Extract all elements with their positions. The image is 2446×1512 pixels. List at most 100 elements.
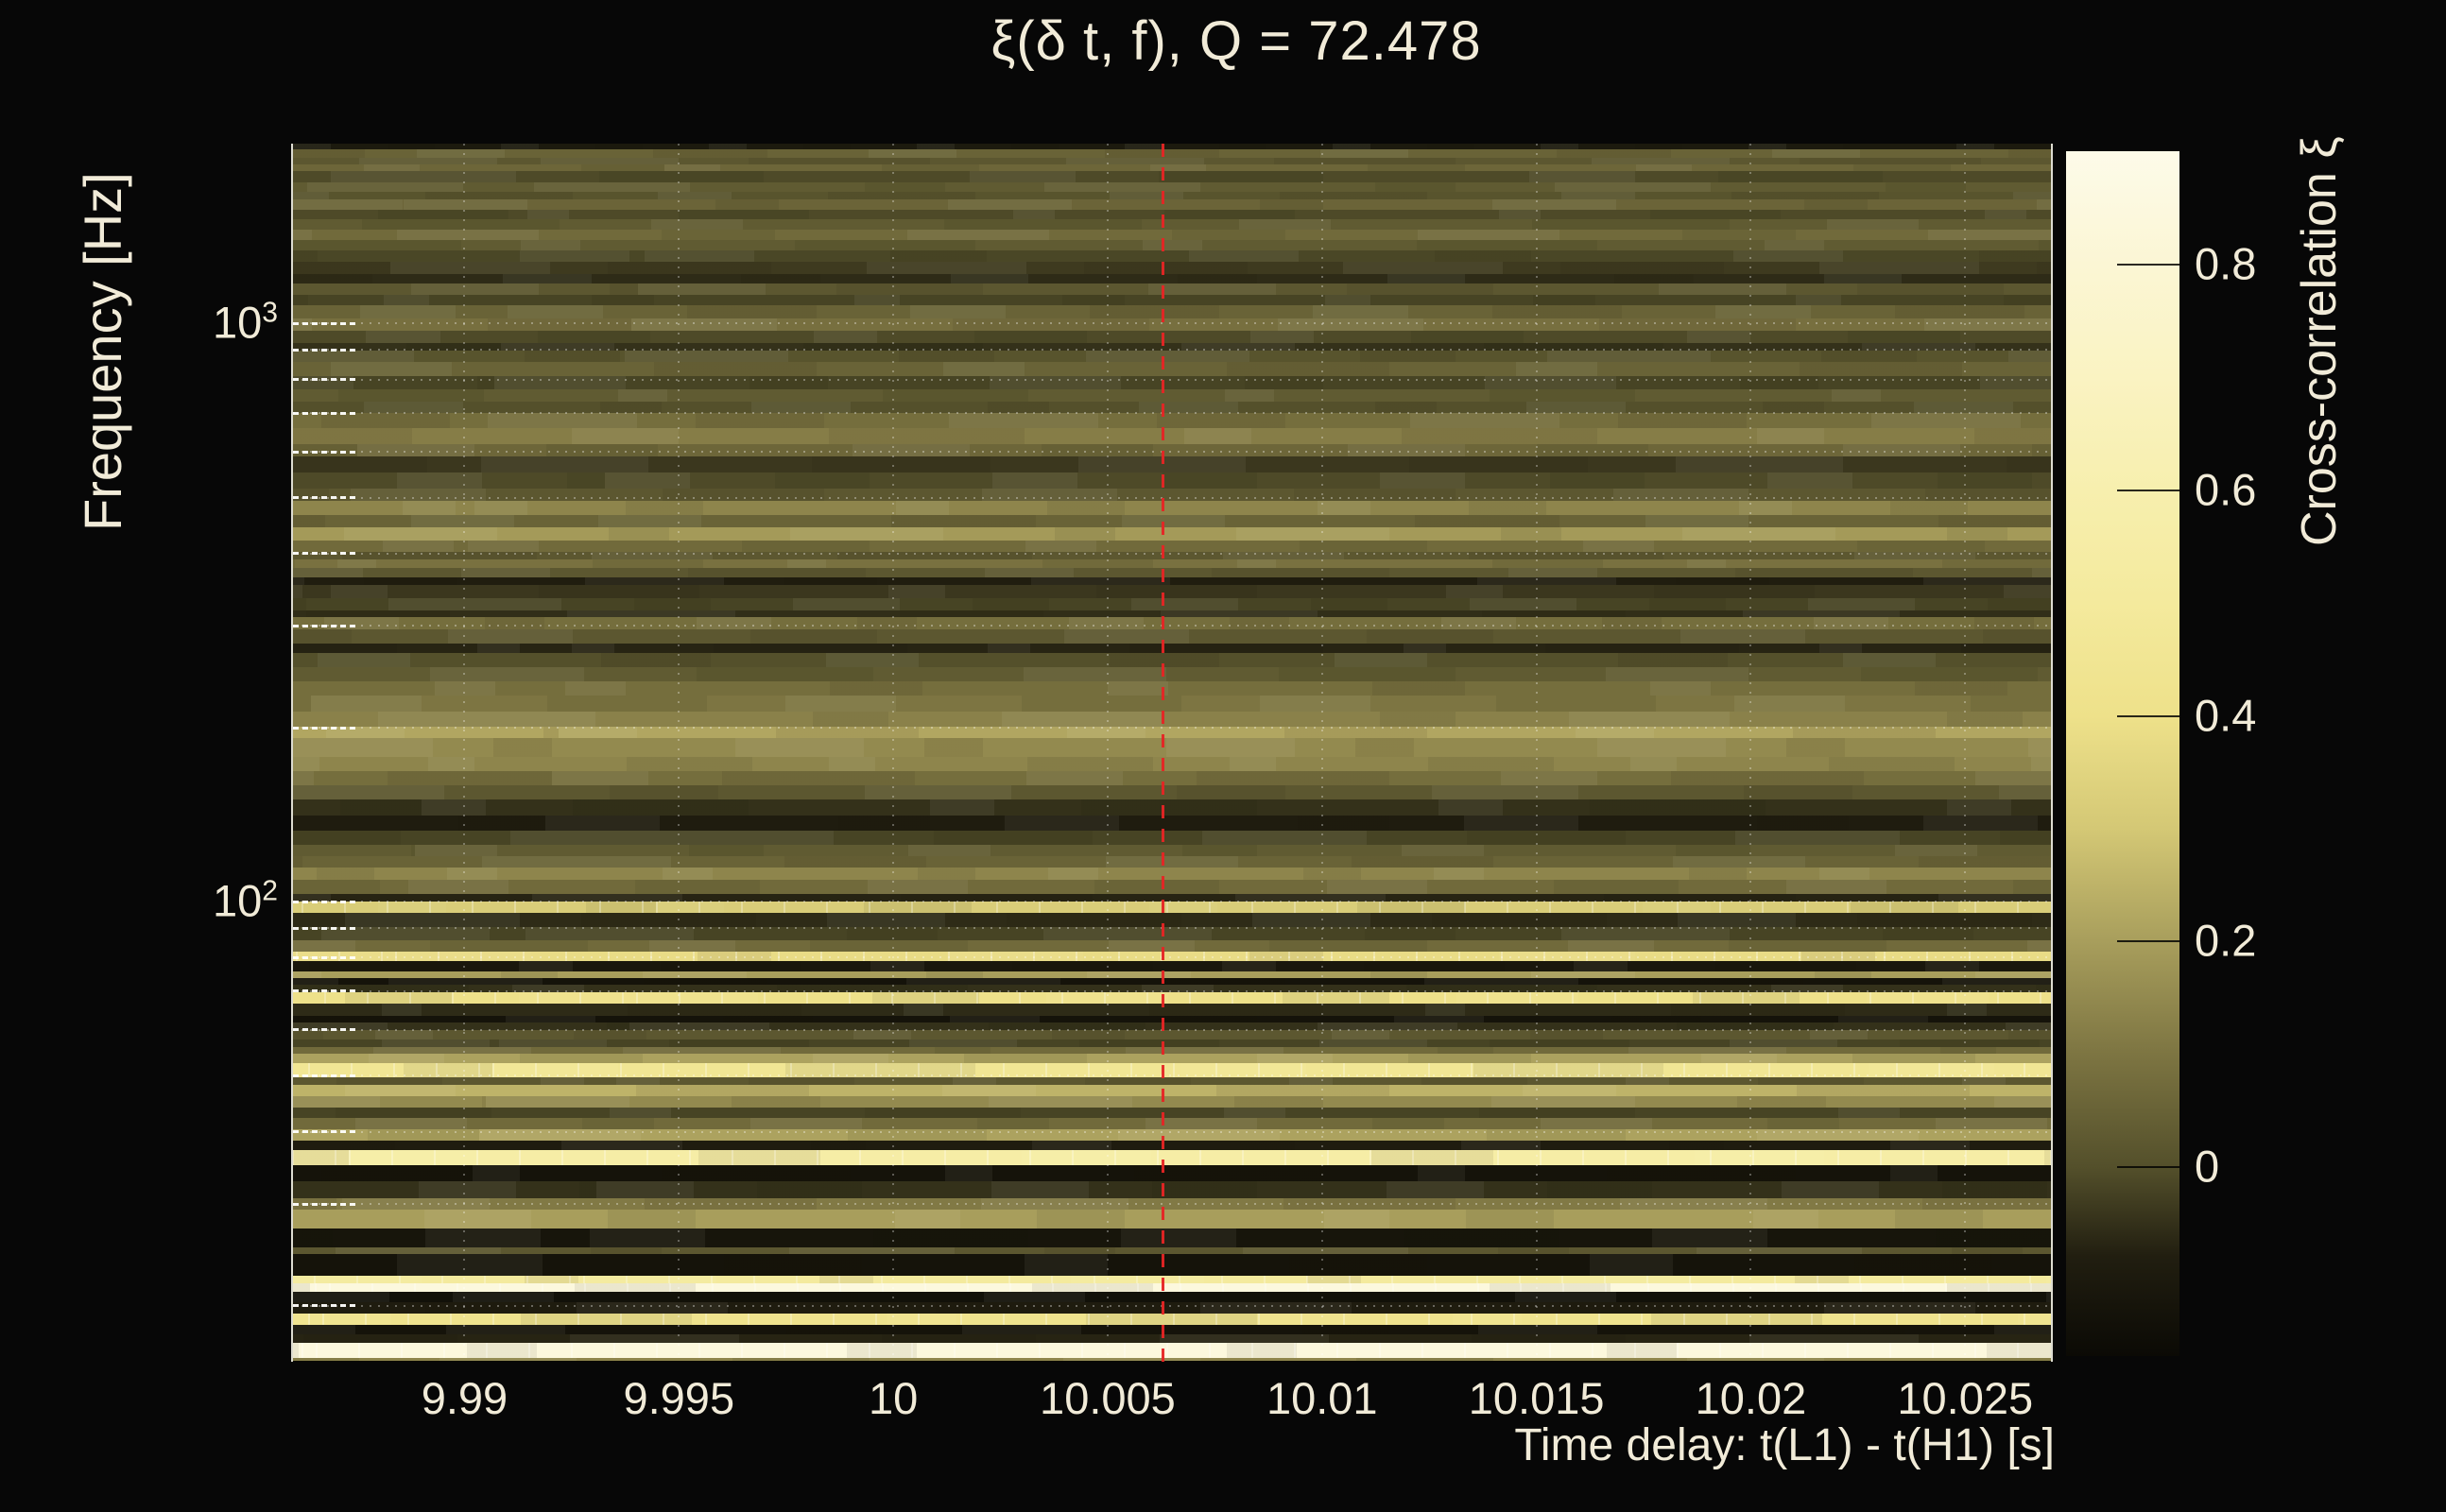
heatmap-row [293, 209, 2051, 219]
x-tick-label: 10.025 [1897, 1373, 2034, 1423]
heatmap-row [293, 443, 2051, 456]
heatmap-row [293, 1108, 2051, 1119]
heatmap-row [293, 1016, 2051, 1023]
heatmap-row [293, 926, 2051, 941]
colorbar [2066, 151, 2179, 1356]
heatmap-row [293, 149, 2051, 158]
colorbar-tick [2117, 940, 2179, 943]
chart-title: ξ(δ t, f), Q = 72.478 [990, 10, 1482, 72]
heatmap-row [293, 952, 2051, 962]
heatmap-row [293, 737, 2051, 757]
heatmap-row [293, 1054, 2051, 1064]
heatmap-row [293, 584, 2051, 598]
heatmap-row [293, 1314, 2051, 1326]
heatmap-row [293, 412, 2051, 428]
colorbar-tick [2117, 1165, 2179, 1168]
x-tick-label: 10.01 [1266, 1373, 1378, 1423]
heatmap-row [293, 1210, 2051, 1229]
heatmap-row [293, 1198, 2051, 1211]
heatmap-row [293, 1096, 2051, 1108]
heatmap-row [293, 971, 2051, 979]
heatmap-row [293, 330, 2051, 343]
heatmap-row [293, 551, 2051, 559]
heatmap-row [293, 1165, 2051, 1182]
heatmap-row [293, 1334, 2051, 1344]
heatmap-row [293, 181, 2051, 192]
heatmap-row [293, 1358, 2051, 1362]
heatmap-row [293, 1040, 2051, 1048]
x-tick-label: 10.005 [1040, 1373, 1176, 1423]
heatmap-row [293, 1283, 2051, 1293]
colorbar-tick-label: 0.8 [2195, 238, 2257, 289]
heatmap-row [293, 616, 2051, 629]
heatmap-row [293, 170, 2051, 182]
heatmap-row [293, 799, 2051, 816]
heatmap-row [293, 540, 2051, 552]
heatmap-row [293, 1150, 2051, 1166]
heatmap-row [293, 1325, 2051, 1335]
heatmap-row [293, 610, 2051, 617]
x-tick-label: 10.015 [1468, 1373, 1605, 1423]
heatmap-row [293, 992, 2051, 1005]
heatmap-row [293, 388, 2051, 402]
colorbar-tick [2117, 714, 2179, 717]
heatmap-row [293, 1118, 2051, 1130]
y-axis-label: Frequency [Hz] [73, 172, 132, 531]
colorbar-tick-label: 0 [2195, 1141, 2220, 1192]
heatmap-row [293, 273, 2051, 284]
heatmap-row [293, 830, 2051, 845]
heatmap-row [293, 695, 2051, 712]
heatmap-row [293, 1302, 2051, 1314]
heatmap-row [293, 1247, 2051, 1255]
heatmap-row [293, 912, 2051, 927]
heatmap-row [293, 726, 2051, 738]
heatmap-row [293, 879, 2051, 894]
heatmap-row [293, 1292, 2051, 1303]
heatmap-row [293, 401, 2051, 413]
heatmap-row [293, 526, 2051, 541]
heatmap-row [293, 1181, 2051, 1199]
heatmap-row [293, 1030, 2051, 1040]
heatmap-row [293, 198, 2051, 210]
x-tick-label: 10 [868, 1373, 919, 1423]
heatmap-row [293, 628, 2051, 644]
colorbar-label: Cross-correlation ξ [2292, 136, 2347, 546]
heatmap-row [293, 157, 2051, 164]
heatmap-row [293, 756, 2051, 771]
heatmap-row [293, 229, 2051, 240]
heatmap-row [293, 1077, 2051, 1086]
heatmap-row [293, 961, 2051, 972]
heatmap-row [293, 1141, 2051, 1151]
heatmap-row [293, 985, 2051, 993]
colorbar-tick-label: 0.2 [2195, 915, 2257, 966]
heatmap-row [293, 1004, 2051, 1017]
heatmap-row [293, 1063, 2051, 1078]
heatmap-row [293, 893, 2051, 902]
heatmap-row [293, 514, 2051, 527]
heatmap-row [293, 567, 2051, 577]
heatmap-row [293, 375, 2051, 389]
heatmap-row [293, 500, 2051, 515]
heatmap-row [293, 1129, 2051, 1142]
heatmap-row [293, 844, 2051, 856]
x-tick-label: 9.995 [623, 1373, 735, 1423]
heatmap-row [293, 680, 2051, 696]
colorbar-tick [2117, 490, 2179, 491]
heatmap-row [293, 283, 2051, 295]
heatmap-row [293, 342, 2051, 351]
heatmap-row [293, 666, 2051, 681]
heatmap-row [293, 1085, 2051, 1097]
heatmap-row [293, 1022, 2051, 1031]
time-delay-marker-line [1162, 144, 1165, 1362]
heatmap-row [293, 711, 2051, 727]
heatmap-row [293, 1343, 2051, 1359]
heatmap-row [293, 867, 2051, 880]
heatmap-row [293, 784, 2051, 799]
heatmap-row [293, 855, 2051, 868]
heatmap-row [293, 218, 2051, 230]
heatmap-plot-area [293, 144, 2051, 1362]
heatmap-rows [293, 144, 2051, 1362]
heatmap-row [293, 652, 2051, 667]
heatmap-row [293, 978, 2051, 986]
heatmap-row [293, 770, 2051, 785]
